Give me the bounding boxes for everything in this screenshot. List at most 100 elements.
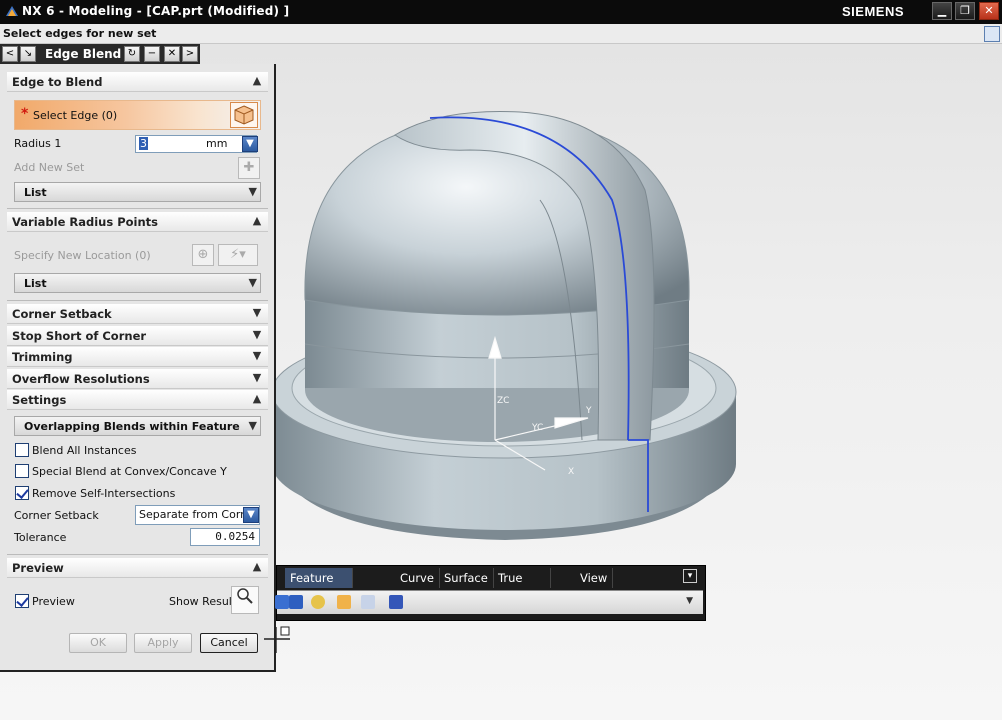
tab-surface[interactable]: Surface — [439, 568, 494, 588]
draft-icon[interactable] — [337, 595, 351, 609]
chevron-down-icon[interactable]: ▼ — [249, 185, 257, 198]
chevron-down-icon[interactable]: ▼ — [250, 306, 264, 320]
show-result-label: Show Result — [169, 595, 237, 608]
reset-button[interactable]: ↻ — [124, 46, 140, 62]
special-blend-checkbox[interactable] — [15, 464, 29, 478]
remove-self-checkbox[interactable] — [15, 486, 29, 500]
group-label: Preview — [12, 561, 64, 575]
preview-label: Preview — [32, 595, 75, 608]
divider — [7, 300, 268, 301]
nx-app-icon — [6, 6, 18, 16]
preview-checkbox[interactable] — [15, 594, 29, 608]
collapse-button[interactable]: − — [144, 46, 160, 62]
chevron-down-icon[interactable]: ▼ — [249, 276, 257, 289]
group-overflow[interactable]: Overflow Resolutions ▼ — [7, 369, 268, 389]
cue-line: Select edges for new set — [0, 24, 1002, 44]
chevron-down-icon[interactable]: ▼ — [250, 349, 264, 363]
crosshair-cursor-icon — [264, 626, 290, 653]
group-trimming[interactable]: Trimming ▼ — [7, 347, 268, 367]
cancel-button[interactable]: Cancel — [200, 633, 258, 653]
blend-all-checkbox[interactable] — [15, 443, 29, 457]
trim-body-icon[interactable] — [361, 595, 375, 609]
back-button[interactable]: < — [2, 46, 18, 62]
overlap-label: Overlapping Blends within Feature — [24, 420, 240, 433]
group-label: Settings — [12, 393, 67, 407]
group-label: Corner Setback — [12, 307, 112, 321]
window-title: NX 6 - Modeling - [CAP.prt (Modified) ] — [22, 4, 290, 18]
chevron-up-icon[interactable]: ▲ — [250, 392, 264, 406]
close-button[interactable]: ✕ — [979, 2, 999, 20]
magnifier-icon[interactable] — [231, 586, 259, 614]
tab-feature-operation[interactable]: Feature Operation — [285, 568, 354, 605]
group-stop-short[interactable]: Stop Short of Corner ▼ — [7, 326, 268, 346]
chamfer-icon[interactable] — [289, 595, 303, 609]
tab-true-shading[interactable]: True Shading — [493, 568, 551, 605]
tab-view[interactable]: View — [575, 568, 614, 588]
cube-select-icon[interactable] — [230, 102, 258, 128]
radius-field[interactable]: 3 mm — [135, 135, 257, 153]
forward-button[interactable]: > — [182, 46, 198, 62]
csys-y-label: Y — [585, 406, 592, 416]
down-arrow-icon[interactable]: ▼ — [243, 507, 259, 523]
csys-yc-label: YC — [531, 423, 543, 433]
chevron-up-icon[interactable]: ▲ — [250, 74, 264, 88]
chevron-up-icon[interactable]: ▲ — [250, 214, 264, 228]
apply-button[interactable]: Apply — [134, 633, 192, 653]
divider — [7, 554, 268, 555]
group-label: Variable Radius Points — [12, 215, 159, 229]
chevron-down-icon[interactable]: ▼ — [686, 596, 693, 606]
corner-setback-select[interactable]: Separate from Corner — [135, 505, 260, 525]
title-bar: NX 6 - Modeling - [CAP.prt (Modified) ] … — [0, 0, 1002, 24]
tab-curve[interactable]: Curve — [395, 568, 440, 588]
shell-icon[interactable] — [311, 595, 325, 609]
group-variable-radius[interactable]: Variable Radius Points ▲ — [7, 212, 268, 232]
group-edge-to-blend[interactable]: Edge to Blend ▲ — [7, 72, 268, 92]
toolbar-menu-icon[interactable]: ▾ — [683, 569, 697, 583]
csys-x-label: X — [568, 467, 574, 477]
chevron-down-icon[interactable]: ▼ — [250, 371, 264, 385]
group-label: Stop Short of Corner — [12, 329, 147, 343]
corner-setback-label: Corner Setback — [14, 509, 99, 522]
divider — [7, 208, 268, 209]
chevron-down-icon[interactable]: ▼ — [250, 328, 264, 342]
radius-value: 3 — [139, 137, 148, 150]
minimize-button[interactable]: ▁ — [932, 2, 952, 20]
dialog-close-button[interactable]: ✕ — [164, 46, 180, 62]
toolbar-icon-strip: ▼ — [275, 590, 703, 614]
down-arrow-icon[interactable]: ▼ — [242, 136, 258, 152]
chevron-up-icon[interactable]: ▲ — [250, 560, 264, 574]
required-star-icon: * — [21, 106, 29, 122]
edge-blend-tool-icon[interactable] — [275, 595, 289, 609]
add-set-icon[interactable]: ✚ — [238, 157, 260, 179]
dialog-title: Edge Blend — [41, 45, 126, 63]
group-label: Edge to Blend — [12, 75, 103, 89]
select-edge-row[interactable]: * Select Edge (0) — [14, 100, 261, 130]
csys-zc-label: ZC — [497, 396, 509, 406]
list-bar-2[interactable]: List ▼ — [14, 273, 261, 293]
radius-label: Radius 1 — [14, 137, 62, 150]
tolerance-field[interactable]: 0.0254 — [190, 528, 260, 546]
list-label: List — [24, 277, 47, 290]
corner-setback-value: Separate from Corner — [139, 508, 259, 521]
point-dialog-icon[interactable]: ⊕ — [192, 244, 214, 266]
group-settings[interactable]: Settings ▲ — [7, 390, 268, 410]
dialog-tab-strip: < ↘ Edge Blend ↻ − ✕ > — [0, 44, 200, 64]
pin-icon[interactable]: ↘ — [20, 46, 36, 62]
overlap-dropdown[interactable]: Overlapping Blends within Feature ▼ — [14, 416, 261, 436]
ok-button[interactable]: OK — [69, 633, 127, 653]
select-edge-label: Select Edge (0) — [33, 109, 118, 122]
group-preview[interactable]: Preview ▲ — [7, 558, 268, 578]
cue-text: Select edges for new set — [3, 27, 157, 40]
feature-toolbar: Feature Operation Curve Surface True Sha… — [275, 565, 706, 621]
point-type-icon[interactable]: ⚡▾ — [218, 244, 258, 266]
group-corner-setback[interactable]: Corner Setback ▼ — [7, 304, 268, 324]
unite-icon[interactable] — [389, 595, 403, 609]
specify-location-label: Specify New Location (0) — [14, 249, 151, 262]
restore-button[interactable]: ❐ — [955, 2, 975, 20]
special-blend-label: Special Blend at Convex/Concave Y — [32, 465, 227, 478]
chevron-down-icon[interactable]: ▼ — [249, 419, 257, 432]
list-bar-1[interactable]: List ▼ — [14, 182, 261, 202]
resource-bar-button[interactable] — [984, 26, 1000, 42]
add-new-set-label: Add New Set — [14, 161, 85, 174]
tolerance-label: Tolerance — [14, 531, 67, 544]
